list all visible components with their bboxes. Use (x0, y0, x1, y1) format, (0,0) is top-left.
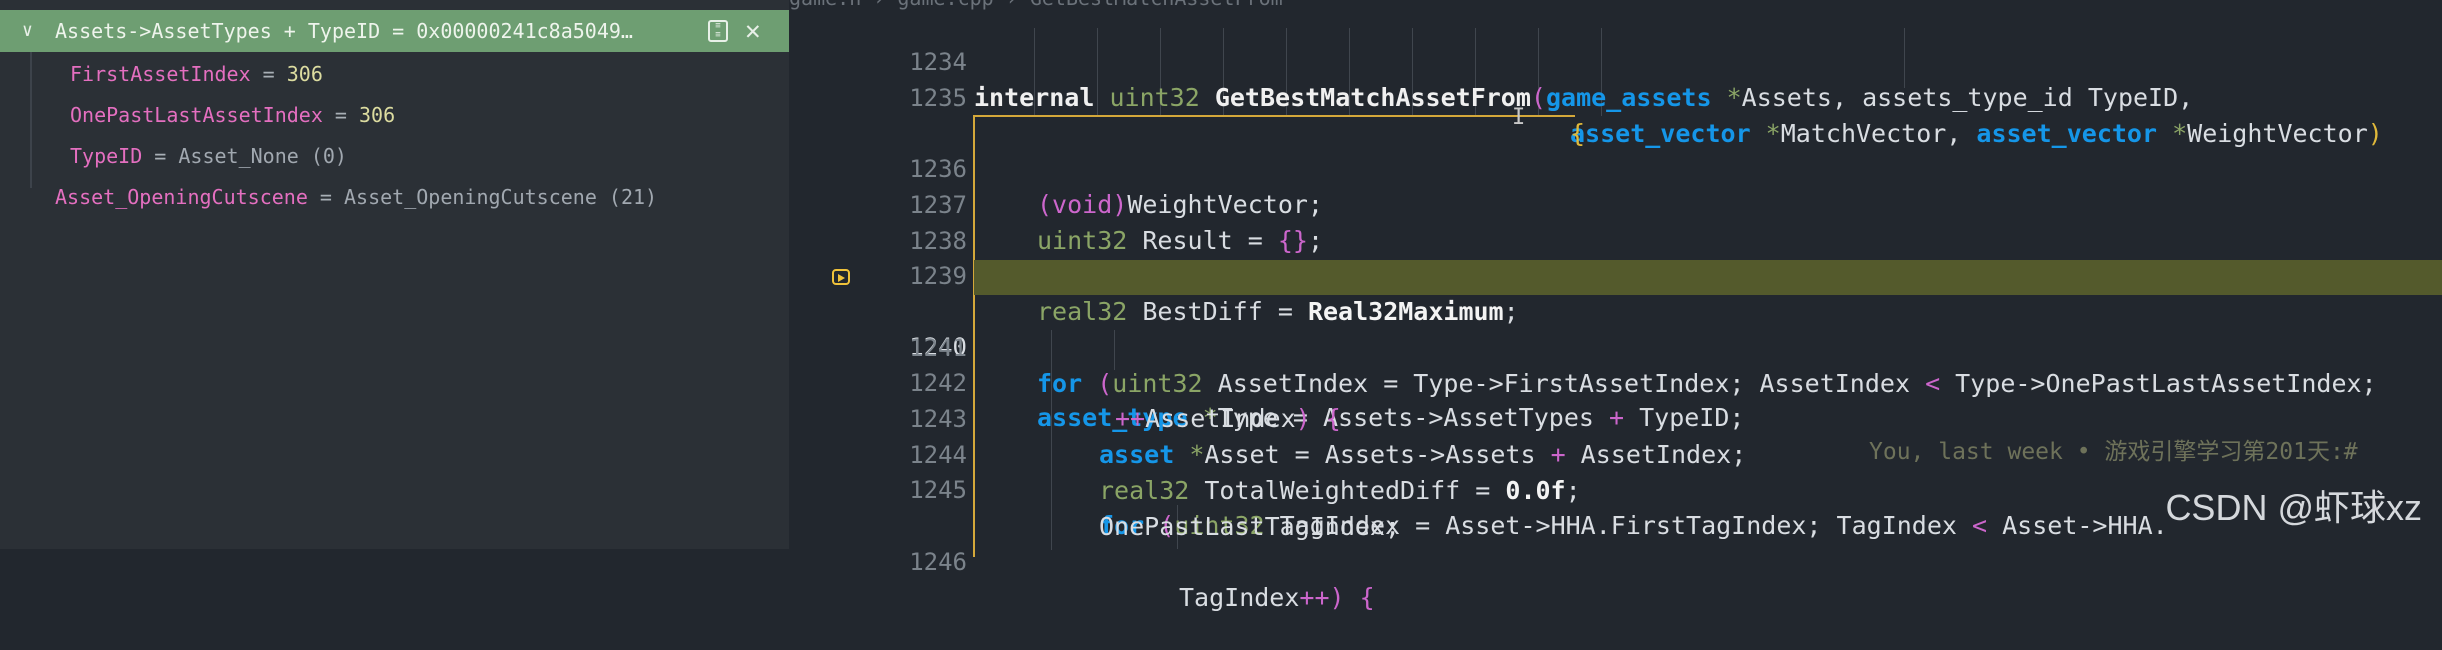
code-line[interactable]: 1234 internal uint32 GetBestMatchAssetFr… (789, 10, 2442, 112)
watermark: CSDN @虾球xz (2165, 487, 2422, 528)
current-line[interactable]: 1240 asset_type *Type = Assets->AssetTyp… (789, 260, 2442, 465)
watch-child-row[interactable]: OnePastLastAssetIndex = 306 (0, 96, 789, 134)
field-value: Asset_None (0) (178, 144, 347, 168)
watch-expression-row[interactable]: ∨ Assets->AssetTypes + TypeID = 0x000002… (0, 10, 789, 52)
watch-item-value: Asset_OpeningCutscene (21) (344, 185, 658, 209)
field-value: 306 (286, 62, 323, 86)
breadcrumb[interactable]: game.h › game.cpp › GetBestMatchAssetFro… (789, 0, 1283, 10)
code-line[interactable]: 1243 asset *Asset = Assets->Assets + Ass… (789, 367, 2442, 469)
watch-expression[interactable]: Assets->AssetTypes + TypeID = 0x00000241… (55, 10, 699, 52)
field-value: 306 (359, 103, 396, 127)
evaluate-icon[interactable]: ≡ ≡ (708, 20, 728, 42)
code-line[interactable]: 1237 uint32 Result = {}; (789, 153, 2442, 255)
watch-child-row[interactable]: FirstAssetIndex = 306 (0, 55, 789, 93)
code-line[interactable]: 1236 (void)WeightVector; (789, 117, 2442, 219)
field-name: TypeID (70, 144, 143, 168)
code-line[interactable]: 1245 for (uint32 TagIndex = Asset->HHA.F… (789, 438, 2442, 540)
code-editor[interactable]: game.h › game.cpp › GetBestMatchAssetFro… (789, 0, 2442, 612)
watch-panel: ∨ Assets->AssetTypes + TypeID = 0x000002… (0, 0, 789, 549)
line-number[interactable]: 1246 (789, 545, 967, 580)
field-name: OnePastLastAssetIndex (70, 103, 323, 127)
field-name: FirstAssetIndex (70, 62, 251, 86)
code-line[interactable]: 1239 real32 BestDiff = Real32Maximum; (789, 224, 2442, 326)
chevron-down-icon[interactable]: ∨ (22, 10, 33, 52)
code-line[interactable]: 1241 for (uint32 AssetIndex = Type->Firs… (789, 296, 2442, 398)
code-line[interactable]: 1244 real32 TotalWeightedDiff = 0.0f; (789, 403, 2442, 505)
code-line[interactable]: 1238 (789, 189, 2442, 255)
watch-child-row[interactable]: TypeID = Asset_None (0) (0, 137, 789, 175)
breakpoint-current-icon[interactable] (832, 269, 850, 285)
code-line[interactable]: 1242 ++AssetIndex) { (789, 331, 2442, 433)
watch-item-row[interactable]: Asset_OpeningCutscene = Asset_OpeningCut… (0, 178, 789, 216)
close-icon[interactable]: ✕ (745, 10, 761, 52)
code-line[interactable]: { (789, 81, 2442, 148)
current-line-highlight (974, 260, 2442, 295)
watch-item-name: Asset_OpeningCutscene (55, 185, 308, 209)
code-line[interactable]: 1235 asset_vector *MatchVector, asset_ve… (789, 46, 2442, 148)
